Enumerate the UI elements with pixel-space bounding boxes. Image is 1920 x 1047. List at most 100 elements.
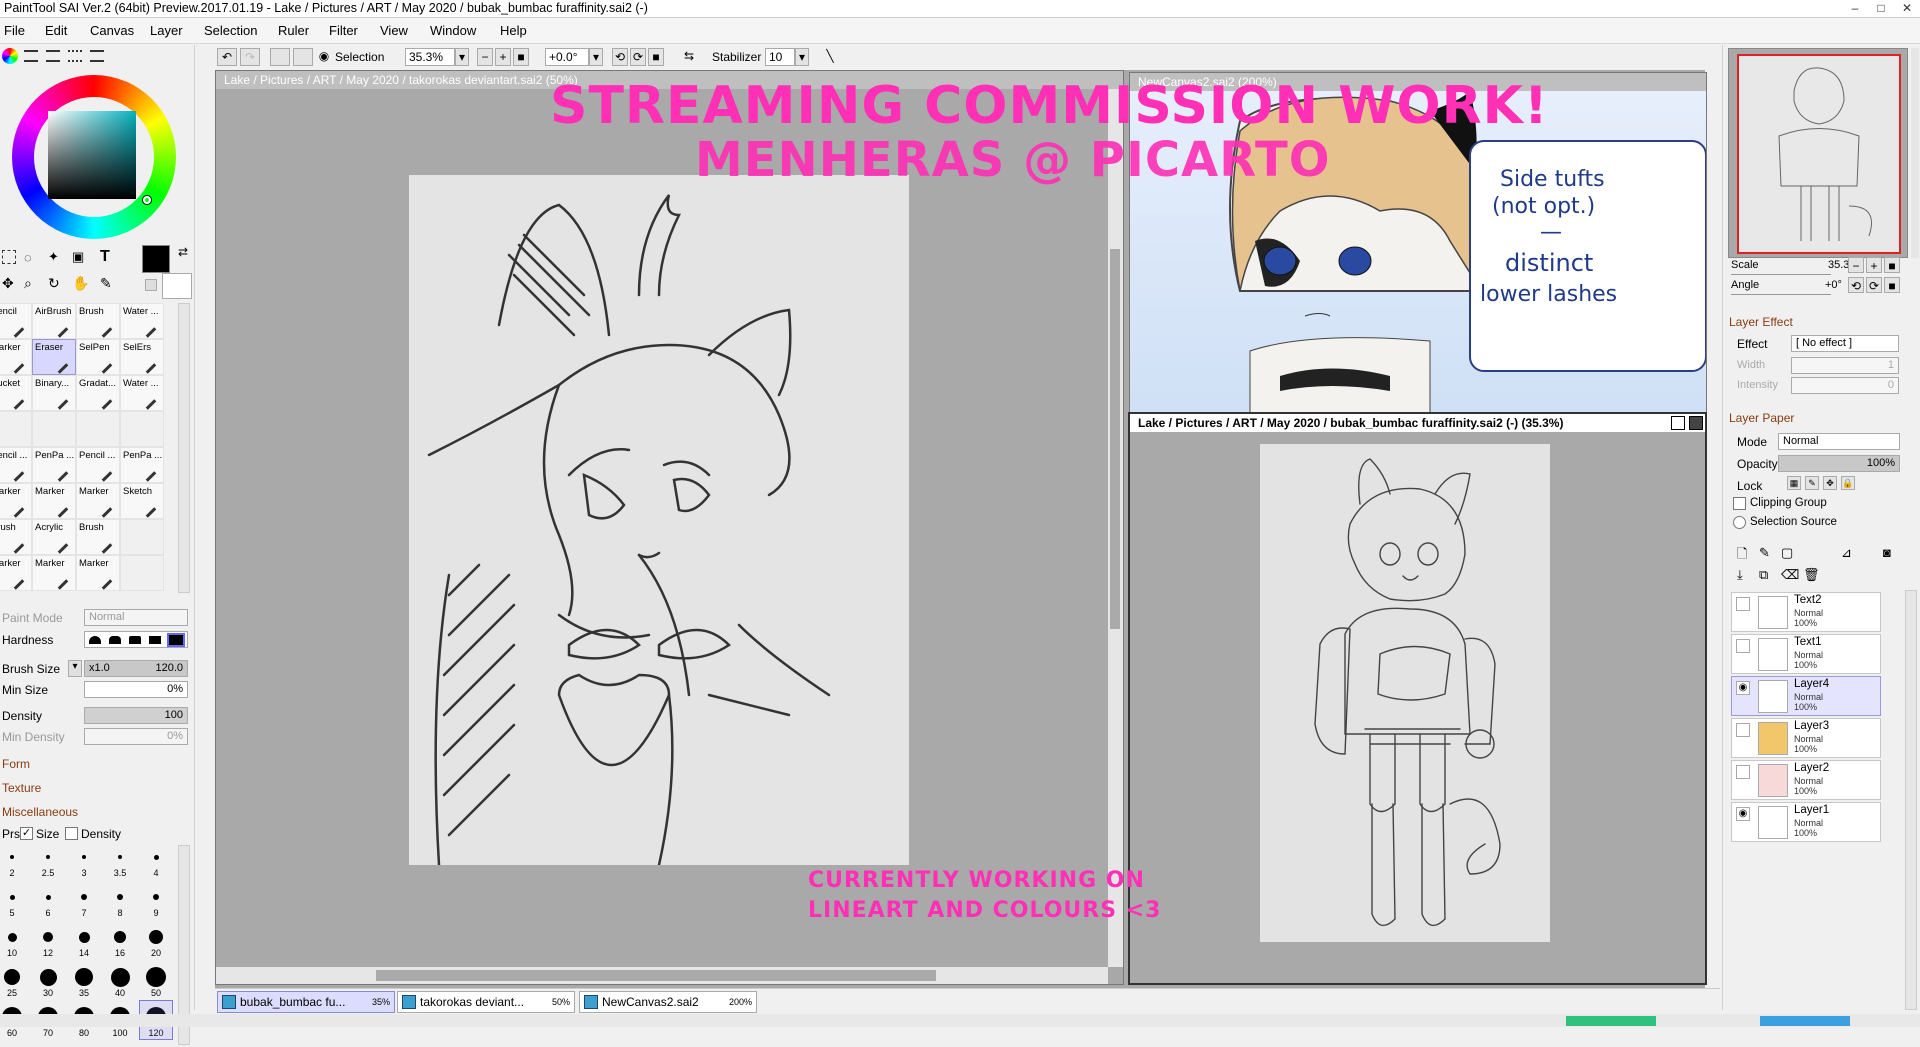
layer-list-scrollbar[interactable] <box>1905 590 1917 1010</box>
size-checkbox[interactable]: ✓ <box>20 827 33 840</box>
hand-icon[interactable]: ✋ <box>72 275 89 292</box>
hardness-5[interactable] <box>167 633 185 647</box>
tool-penpa[interactable]: PenPa ... <box>32 447 76 483</box>
zoom-icon[interactable]: ⌕ <box>24 275 32 292</box>
clear-layer-icon[interactable]: ⌫ <box>1781 567 1799 583</box>
line-tool-icon[interactable]: ╲ <box>821 48 839 66</box>
doc-tab-takorokas[interactable]: takorokas deviant... 50% <box>397 991 575 1013</box>
lock-all-icon[interactable]: 🔒 <box>1841 476 1855 490</box>
transparent-color-icon[interactable] <box>145 279 157 291</box>
brush-size-dot[interactable] <box>46 855 50 859</box>
rotation-dropdown-icon[interactable]: ▾ <box>589 48 603 66</box>
close-button[interactable]: ✕ <box>1894 0 1920 17</box>
eyedropper-icon[interactable]: ✎ <box>100 275 112 292</box>
tool-sketch[interactable]: Sketch <box>120 483 164 519</box>
visibility-toggle[interactable] <box>1736 639 1750 653</box>
scale-reset-icon[interactable]: ■ <box>1884 257 1900 273</box>
hardness-3[interactable] <box>129 636 141 644</box>
color-wheel-tab-icon[interactable] <box>2 48 18 64</box>
move-icon[interactable]: ✥ <box>2 275 14 292</box>
layer-effect-header[interactable]: Layer Effect <box>1729 315 1793 329</box>
rotate-icon[interactable]: ↻ <box>48 275 60 292</box>
misc-section[interactable]: Miscellaneous <box>2 805 78 819</box>
lock-move-icon[interactable]: ✥ <box>1823 476 1837 490</box>
tool-pencil-2[interactable]: Pencil ... <box>0 447 32 483</box>
intensity-slider[interactable]: 0 <box>1791 377 1899 394</box>
navigator-preview[interactable] <box>1728 48 1908 258</box>
deselect-icon[interactable] <box>270 48 290 66</box>
brush-size-dot[interactable] <box>153 894 159 900</box>
visibility-eye-icon[interactable]: ◉ <box>1736 681 1750 695</box>
menu-edit[interactable]: Edit <box>45 23 67 38</box>
brush-size-dot[interactable] <box>45 894 51 900</box>
rotate-right-icon[interactable]: ⟳ <box>630 48 646 66</box>
zoom-in-icon[interactable]: + <box>495 48 511 66</box>
horizontal-scrollbar-thumb[interactable] <box>376 970 936 981</box>
brush-size-dot[interactable] <box>75 968 93 986</box>
redo-icon[interactable]: ↷ <box>240 48 260 66</box>
menu-ruler[interactable]: Ruler <box>278 23 309 38</box>
visibility-toggle[interactable] <box>1736 597 1750 611</box>
canvas-paper[interactable] <box>409 175 909 867</box>
active-canvas-viewport[interactable] <box>1130 432 1705 983</box>
density-slider[interactable]: 100 <box>84 707 188 724</box>
brush-size-dot[interactable] <box>39 968 57 986</box>
layer-paper-header[interactable]: Layer Paper <box>1729 411 1794 425</box>
tool-marker-7[interactable]: Marker <box>76 555 120 591</box>
brush-size-dot[interactable] <box>78 931 90 943</box>
tool-marker-6[interactable]: Marker <box>32 555 76 591</box>
tool-binary[interactable]: Binary... <box>32 375 76 411</box>
brush-size-dot[interactable] <box>118 855 122 859</box>
hardness-selector[interactable] <box>84 631 188 648</box>
tool-marker[interactable]: Marker <box>0 339 32 375</box>
canvas-viewport[interactable] <box>216 89 1108 967</box>
zoom-out-icon[interactable]: − <box>477 48 493 66</box>
brush-size-slider[interactable]: x1.0 120.0 <box>84 660 188 677</box>
tool-pencil-3[interactable]: Pencil ... <box>76 447 120 483</box>
brush-size-dot[interactable] <box>81 894 87 900</box>
paint-mode-select[interactable]: Normal <box>84 609 188 626</box>
menu-file[interactable]: File <box>4 23 25 38</box>
minimize-button[interactable]: ‒ <box>1842 0 1868 17</box>
tool-marker-2[interactable]: Marker <box>0 483 32 519</box>
selection-source-checkbox[interactable] <box>1733 516 1746 529</box>
window-close-icon[interactable] <box>1689 416 1703 430</box>
hardness-4[interactable] <box>149 636 161 644</box>
effect-select[interactable]: [ No effect ] <box>1791 335 1899 352</box>
ruler-layer-icon[interactable]: ⊿ <box>1841 545 1852 561</box>
layer-mask-icon[interactable]: ◙ <box>1883 545 1891 560</box>
horizontal-scrollbar[interactable] <box>216 967 1108 984</box>
doc-tab-bubak-active[interactable]: bubak_bumbac fu... 35% <box>217 991 395 1013</box>
vertical-scrollbar-thumb[interactable] <box>1110 249 1120 629</box>
tool-selpen[interactable]: SelPen <box>76 339 120 375</box>
maximize-button[interactable]: □ <box>1868 0 1894 17</box>
layer-row-layer1[interactable]: ◉ Layer1 Normal 100% <box>1731 802 1881 842</box>
tool-airbrush[interactable]: AirBrush <box>32 303 76 339</box>
scale-slider[interactable] <box>1731 274 1831 275</box>
menu-filter[interactable]: Filter <box>329 23 358 38</box>
rect-select-icon[interactable] <box>2 250 16 264</box>
density-checkbox[interactable] <box>65 827 78 840</box>
invert-selection-icon[interactable] <box>293 48 313 66</box>
tool-brush-2[interactable]: Brush <box>0 519 32 555</box>
palette-tab-icon[interactable] <box>46 50 60 62</box>
tool-brush-3[interactable]: Brush <box>76 519 120 555</box>
angle-slider[interactable] <box>1731 294 1831 295</box>
tool-marker-4[interactable]: Marker <box>76 483 120 519</box>
tool-selers[interactable]: SelErs <box>120 339 164 375</box>
menu-layer[interactable]: Layer <box>150 23 183 38</box>
tool-penpa-2[interactable]: PenPa ... <box>120 447 164 483</box>
angle-reset-icon[interactable]: ■ <box>1884 277 1900 293</box>
mode-select[interactable]: Normal <box>1778 433 1900 450</box>
flip-icon[interactable]: ⇆ <box>680 48 698 66</box>
brush-size-dot[interactable] <box>82 855 86 859</box>
brush-size-dot[interactable] <box>117 894 123 900</box>
canvas-window-takorokas[interactable]: Lake / Pictures / ART / May 2020 / takor… <box>215 70 1124 985</box>
secondary-color-swatch[interactable] <box>162 273 192 299</box>
undo-icon[interactable]: ↶ <box>217 48 237 66</box>
copy-layer-icon[interactable]: ⧉ <box>1759 567 1768 583</box>
brush-size-dot[interactable] <box>7 932 17 942</box>
navigator-scrollbar[interactable] <box>1911 48 1919 258</box>
tool-gradation[interactable]: Gradat... <box>76 375 120 411</box>
scale-plus-icon[interactable]: + <box>1866 257 1882 273</box>
